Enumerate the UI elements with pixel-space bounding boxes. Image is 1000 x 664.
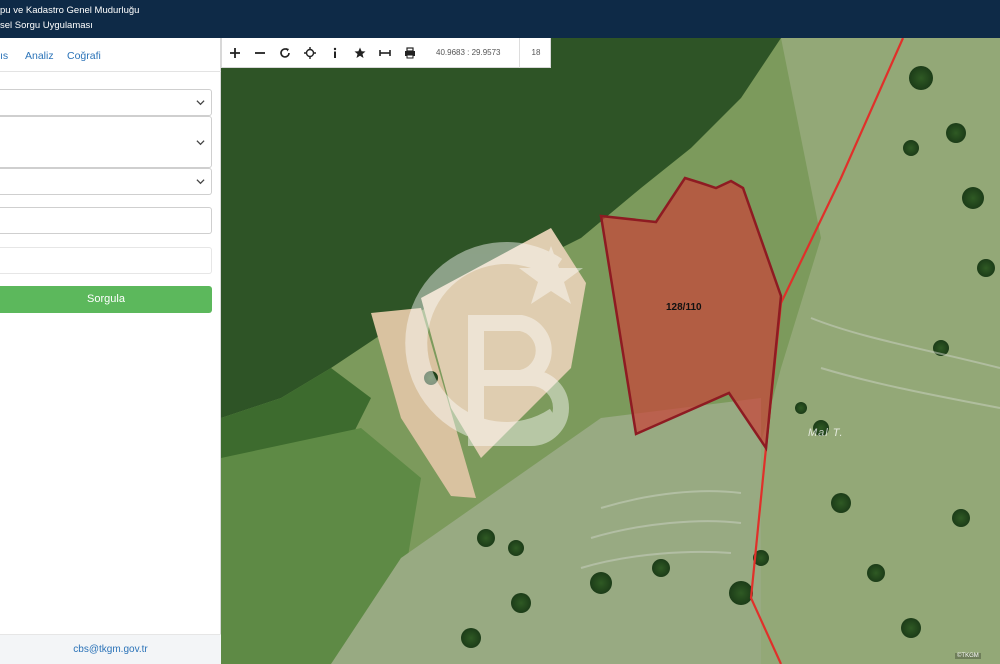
header-title-line1: pu ve Kadastro Genel Mudurluğu bbox=[0, 5, 140, 16]
neighborhood-select[interactable] bbox=[0, 168, 212, 195]
province-select[interactable] bbox=[0, 89, 212, 116]
map-canvas[interactable] bbox=[221, 38, 1000, 664]
zoom-in-icon bbox=[229, 47, 240, 58]
favorite-button[interactable] bbox=[347, 38, 372, 68]
parcel-input[interactable] bbox=[0, 247, 212, 274]
locate-button[interactable] bbox=[297, 38, 322, 68]
app-header: pu ve Kadastro Genel Mudurluğu sel Sorgu… bbox=[0, 0, 1000, 38]
coordinate-readout: 40.9683 : 29.9573 bbox=[436, 48, 501, 57]
tab-cografi[interactable]: Coğrafi bbox=[67, 50, 101, 62]
print-icon bbox=[404, 46, 415, 58]
map-toolbar: 40.9683 : 29.9573 18 bbox=[221, 37, 551, 68]
satellite-imagery bbox=[221, 38, 1000, 664]
measure-button[interactable] bbox=[372, 38, 397, 68]
tab-partial[interactable]: ıs bbox=[0, 50, 8, 62]
block-input[interactable] bbox=[0, 207, 212, 234]
zoom-in-button[interactable] bbox=[222, 38, 247, 68]
refresh-icon bbox=[279, 47, 290, 58]
district-select[interactable] bbox=[0, 116, 212, 168]
tab-analiz[interactable]: Analiz bbox=[25, 50, 54, 62]
chevron-down-icon bbox=[196, 179, 205, 185]
info-icon bbox=[333, 47, 336, 58]
zoom-out-icon bbox=[254, 51, 265, 54]
parcel-number-label: 128/110 bbox=[666, 302, 702, 313]
favorite-icon bbox=[354, 47, 365, 58]
contact-email-link[interactable]: cbs@tkgm.gov.tr bbox=[0, 634, 221, 664]
locate-icon bbox=[303, 46, 316, 59]
header-title-line2: sel Sorgu Uygulaması bbox=[0, 20, 93, 31]
chevron-down-icon bbox=[196, 140, 205, 146]
sidebar-nav: ıs Analiz Coğrafi bbox=[0, 38, 221, 72]
sidebar: ıs Analiz Coğrafi Sorgula cbs@tkgm.gov.t… bbox=[0, 38, 221, 664]
zoom-level-readout: 18 bbox=[518, 37, 540, 68]
refresh-button[interactable] bbox=[272, 38, 297, 68]
chevron-down-icon bbox=[196, 100, 205, 106]
print-button[interactable] bbox=[397, 38, 422, 68]
query-button[interactable]: Sorgula bbox=[0, 286, 212, 313]
map-attribution: ©TKGM bbox=[955, 653, 981, 659]
zoom-out-button[interactable] bbox=[247, 38, 272, 68]
place-name-label: Mal T. bbox=[808, 427, 844, 439]
info-button[interactable] bbox=[322, 38, 347, 68]
measure-icon bbox=[378, 49, 391, 56]
